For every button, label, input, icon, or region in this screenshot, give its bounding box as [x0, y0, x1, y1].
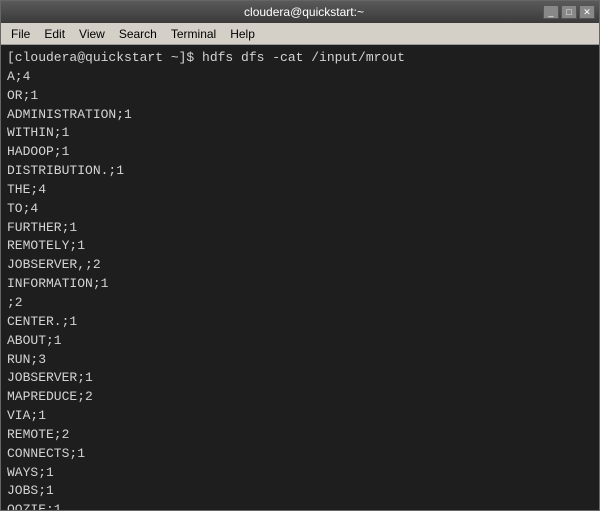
- menu-item-file[interactable]: File: [5, 25, 36, 43]
- close-button[interactable]: ✕: [579, 5, 595, 19]
- menu-item-terminal[interactable]: Terminal: [165, 25, 222, 43]
- menu-item-help[interactable]: Help: [224, 25, 261, 43]
- menu-item-search[interactable]: Search: [113, 25, 163, 43]
- menu-item-edit[interactable]: Edit: [38, 25, 71, 43]
- window-controls: _ □ ✕: [543, 5, 595, 19]
- terminal-area: [cloudera@quickstart ~]$ hdfs dfs -cat /…: [1, 45, 599, 510]
- terminal-output[interactable]: [cloudera@quickstart ~]$ hdfs dfs -cat /…: [1, 45, 599, 510]
- menu-item-view[interactable]: View: [73, 25, 111, 43]
- window-title: cloudera@quickstart:~: [65, 5, 543, 19]
- minimize-button[interactable]: _: [543, 5, 559, 19]
- title-bar: cloudera@quickstart:~ _ □ ✕: [1, 1, 599, 23]
- terminal-window: cloudera@quickstart:~ _ □ ✕ FileEditView…: [0, 0, 600, 511]
- menu-bar: FileEditViewSearchTerminalHelp: [1, 23, 599, 45]
- maximize-button[interactable]: □: [561, 5, 577, 19]
